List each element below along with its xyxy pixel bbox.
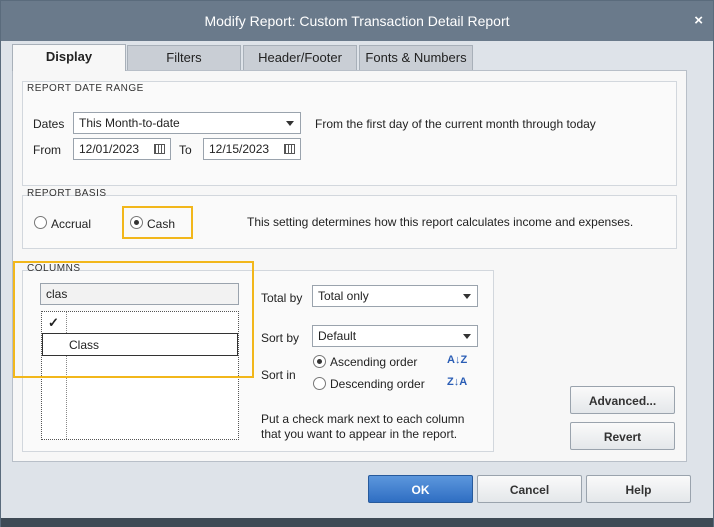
from-date-field[interactable]: 12/01/2023 [73, 138, 171, 160]
report-basis-heading: REPORT BASIS [27, 188, 107, 199]
accrual-label[interactable]: Accrual [51, 217, 91, 231]
dates-value: This Month-to-date [79, 116, 180, 130]
sort-descending-icon: Z↓A [447, 376, 468, 388]
calendar-icon[interactable] [284, 144, 295, 154]
tab-header-footer-label: Header/Footer [258, 50, 342, 65]
title-bar[interactable]: Modify Report: Custom Transaction Detail… [1, 1, 713, 41]
to-date-value: 12/15/2023 [209, 142, 270, 156]
total-by-label: Total by [261, 291, 303, 305]
tab-display-label: Display [45, 49, 93, 64]
total-by-value: Total only [318, 289, 369, 303]
tab-filters-label: Filters [166, 50, 202, 65]
cash-radio[interactable] [130, 216, 143, 229]
window-title: Modify Report: Custom Transaction Detail… [204, 13, 510, 29]
display-panel: REPORT DATE RANGE Dates This Month-to-da… [12, 70, 687, 462]
ascending-radio[interactable] [313, 355, 326, 368]
to-date-field[interactable]: 12/15/2023 [203, 138, 301, 160]
total-by-select[interactable]: Total only [312, 285, 478, 307]
dates-description: From the first day of the current month … [315, 117, 596, 131]
from-label: From [33, 143, 61, 157]
dates-label: Dates [33, 117, 65, 131]
taskbar-strip [1, 518, 713, 527]
sort-ascending-icon: A↓Z [447, 354, 468, 366]
to-label: To [179, 143, 192, 157]
sort-in-label: Sort in [261, 368, 296, 382]
tab-fonts-numbers-label: Fonts & Numbers [365, 50, 467, 65]
revert-button[interactable]: Revert [570, 422, 675, 450]
cash-label[interactable]: Cash [147, 217, 175, 231]
sort-by-label: Sort by [261, 331, 300, 345]
sort-by-select[interactable]: Default [312, 325, 478, 347]
modify-report-dialog: Modify Report: Custom Transaction Detail… [0, 0, 714, 527]
tab-filters[interactable]: Filters [127, 45, 241, 70]
basis-description: This setting determines how this report … [247, 215, 634, 229]
cancel-button[interactable]: Cancel [477, 475, 582, 503]
chevron-down-icon [463, 334, 471, 339]
help-button[interactable]: Help [586, 475, 691, 503]
sort-by-value: Default [318, 329, 357, 343]
tab-display[interactable]: Display [12, 44, 126, 71]
advanced-button[interactable]: Advanced... [570, 386, 675, 414]
columns-highlight [13, 261, 254, 378]
dates-select[interactable]: This Month-to-date [73, 112, 301, 134]
date-range-heading: REPORT DATE RANGE [27, 83, 144, 94]
ok-button[interactable]: OK [368, 475, 473, 503]
ascending-label[interactable]: Ascending order [330, 355, 417, 369]
accrual-radio[interactable] [34, 216, 47, 229]
chevron-down-icon [286, 121, 294, 126]
from-date-value: 12/01/2023 [79, 142, 140, 156]
tab-header-footer[interactable]: Header/Footer [243, 45, 357, 70]
tab-fonts-numbers[interactable]: Fonts & Numbers [359, 45, 473, 70]
columns-hint: Put a check mark next to each column tha… [261, 412, 465, 441]
calendar-icon[interactable] [154, 144, 165, 154]
descending-label[interactable]: Descending order [330, 377, 425, 391]
close-icon[interactable]: × [694, 12, 703, 29]
descending-radio[interactable] [313, 377, 326, 390]
chevron-down-icon [463, 294, 471, 299]
